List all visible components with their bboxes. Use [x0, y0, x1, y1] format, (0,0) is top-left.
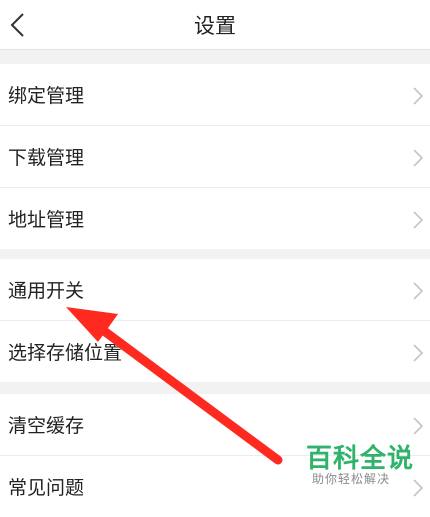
- item-label: 下载管理: [8, 147, 85, 169]
- settings-group-2: 通用开关 选择存储位置: [0, 259, 430, 382]
- item-label: 地址管理: [8, 209, 85, 231]
- chevron-right-icon: [413, 282, 424, 300]
- chevron-right-icon: [413, 87, 424, 105]
- watermark-tagline: 助你轻松解决: [312, 472, 391, 486]
- settings-item-binding[interactable]: 绑定管理: [0, 64, 430, 126]
- page-title: 设置: [194, 14, 236, 38]
- settings-item-general-switch[interactable]: 通用开关: [0, 259, 430, 321]
- item-label: 绑定管理: [8, 85, 85, 107]
- chevron-right-icon: [413, 211, 424, 229]
- item-label: 选择存储位置: [8, 342, 123, 364]
- watermark: 百科全说 助你轻松解决: [306, 438, 424, 492]
- settings-item-download[interactable]: 下载管理: [0, 126, 430, 188]
- settings-item-storage-location[interactable]: 选择存储位置: [0, 321, 430, 382]
- chevron-right-icon: [413, 149, 424, 167]
- item-label: 常见问题: [8, 477, 85, 499]
- chevron-right-icon: [413, 344, 424, 362]
- item-label: 清空缓存: [8, 415, 85, 437]
- settings-group-1: 绑定管理 下载管理 地址管理: [0, 64, 430, 249]
- chevron-right-icon: [413, 417, 424, 435]
- top-bar: 设置: [0, 0, 430, 50]
- item-label: 通用开关: [8, 280, 85, 302]
- settings-item-address[interactable]: 地址管理: [0, 188, 430, 249]
